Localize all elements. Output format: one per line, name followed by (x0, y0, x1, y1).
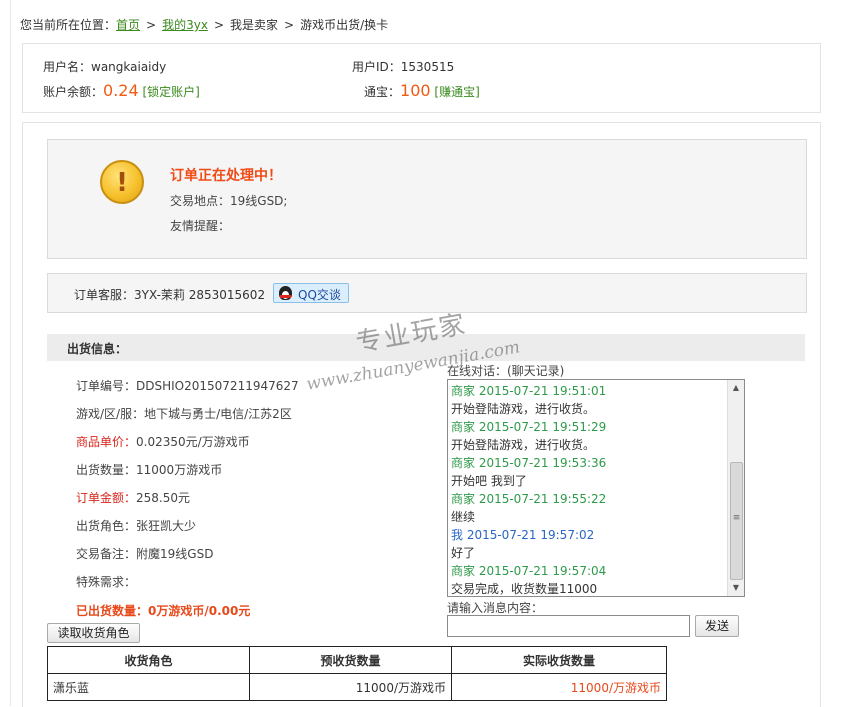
info-field-row: 商品单价：0.02350元/万游戏币 (76, 434, 250, 450)
info-field-label: 游戏/区/服： (76, 407, 145, 421)
chat-history[interactable]: 商家 2015-07-21 19:51:01 开始登陆游戏，进行收货。 商家 201… (447, 379, 745, 597)
breadcrumb-seller: 我是卖家 (230, 18, 279, 32)
info-field-value: DDSHIO201507211947627 (136, 379, 299, 393)
chat-message-header: 商家 2015-07-21 19:57:04 (451, 564, 607, 578)
breadcrumb-prefix: 您当前所在位置： (20, 18, 117, 32)
breadcrumb-separator: > (213, 18, 224, 32)
info-field-value: 258.50元 (136, 491, 191, 505)
read-receiver-button[interactable]: 读取收货角色 (47, 623, 140, 643)
info-field-label: 商品单价： (76, 435, 137, 449)
info-field-label: 特殊需求： (76, 575, 137, 589)
info-field-value: 地下城与勇士/电信/江苏2区 (144, 407, 292, 421)
balance-label: 账户余额： (43, 85, 104, 99)
lock-account-link[interactable]: [锁定账户] (142, 85, 199, 99)
status-title: 订单正在处理中！ (170, 168, 282, 184)
balance-value: 0.24 (103, 81, 139, 100)
info-field-row: 订单金额：258.50元 (76, 490, 190, 506)
user-info-panel: 用户名：wangkaiaidy 用户ID：1530515 账户余额：0.24 [… (22, 43, 821, 113)
username-value: wangkaiaidy (91, 60, 167, 74)
left-panel-edge (0, 0, 11, 706)
col-actual-qty: 实际收货数量 (451, 646, 667, 674)
chat-message-header: 商家 2015-07-21 19:53:36 (451, 456, 607, 470)
table-row: 潇乐蓝 11000/万游戏币 11000/万游戏币 (47, 673, 667, 701)
info-field-row: 游戏/区/服：地下城与勇士/电信/江苏2区 (76, 406, 292, 422)
earn-tongbao-link[interactable]: [赚通宝] (434, 85, 479, 99)
chat-message-text: 继续 (451, 510, 476, 524)
chat-message-header: 商家 2015-07-21 19:51:01 (451, 384, 607, 398)
tongbao-row: 通宝：100 [赚通宝] (364, 81, 480, 100)
chat-message-text: 交易完成，收货数量11000 (451, 582, 598, 596)
status-location: 交易地点：19线GSD; (170, 194, 288, 208)
send-button[interactable]: 发送 (695, 615, 739, 637)
balance-row: 账户余额：0.24 [锁定账户] (43, 81, 200, 100)
info-field-label: 订单编号： (76, 379, 137, 393)
info-field-label: 出货数量： (76, 463, 137, 477)
status-tips: 友情提醒： (170, 219, 231, 233)
userid-row: 用户ID：1530515 (352, 58, 454, 75)
qq-penguin-icon (279, 286, 292, 300)
username-label: 用户名： (43, 60, 92, 74)
chat-messages: 商家 2015-07-21 19:51:01 开始登陆游戏，进行收货。 商家 201… (451, 382, 727, 596)
qq-chat-label: QQ交谈 (298, 288, 341, 302)
chat-message-text: 好了 (451, 546, 476, 560)
breadcrumb-my3yx-link[interactable]: 我的3yx (162, 18, 208, 32)
message-input-label: 请输入消息内容： (447, 601, 544, 615)
receiver-name: 潇乐蓝 (47, 673, 250, 701)
info-field-row: 交易备注：附魔19线GSD (76, 546, 213, 562)
info-field-row: 订单编号：DDSHIO201507211947627 (76, 378, 299, 394)
scroll-thumb[interactable]: ≡ (730, 462, 743, 580)
shipped-quantity: 已出货数量：0万游戏币/0.00元 (76, 604, 251, 618)
shipment-info-title: 出货信息： (67, 342, 128, 356)
breadcrumb-separator: > (146, 18, 157, 32)
userid-label: 用户ID： (352, 60, 401, 74)
chat-message-text: 开始登陆游戏，进行收货。 (451, 438, 596, 452)
breadcrumb: 您当前所在位置：首页 > 我的3yx > 我是卖家 > 游戏币出货/换卡 (20, 16, 388, 34)
info-field-row: 出货数量：11000万游戏币 (76, 462, 222, 478)
username-row: 用户名：wangkaiaidy (43, 58, 166, 75)
chat-message-header: 商家 2015-07-21 19:51:29 (451, 420, 607, 434)
info-field-value: 0.02350元/万游戏币 (136, 435, 250, 449)
info-field-value: 11000万游戏币 (136, 463, 223, 477)
chat-scrollbar[interactable]: ▲ ≡ ▼ (727, 380, 744, 596)
scroll-down-arrow-icon[interactable]: ▼ (728, 580, 744, 596)
userid-value: 1530515 (400, 60, 455, 74)
service-label: 订单客服：3YX-茉莉 2853015602 (74, 288, 266, 302)
info-field-label: 出货角色： (76, 519, 137, 533)
breadcrumb-home-link[interactable]: 首页 (116, 18, 140, 32)
actual-qty: 11000/万游戏币 (451, 673, 667, 701)
info-field-label: 订单金额： (76, 491, 137, 505)
scroll-up-arrow-icon[interactable]: ▲ (728, 380, 744, 396)
message-input[interactable] (447, 615, 690, 637)
order-status-box: ! 订单正在处理中！ 交易地点：19线GSD; 友情提醒： (47, 139, 807, 259)
tongbao-label: 通宝： (364, 85, 401, 99)
chat-message-header: 我 2015-07-21 19:57:02 (451, 528, 595, 542)
expected-qty: 11000/万游戏币 (249, 673, 452, 701)
qq-chat-button[interactable]: QQ交谈 (273, 283, 349, 303)
breadcrumb-separator: > (284, 18, 295, 32)
order-service-bar: 订单客服：3YX-茉莉 2853015602 QQ交谈 (47, 273, 807, 313)
chat-message-text: 开始登陆游戏，进行收货。 (451, 402, 596, 416)
info-field-label: 交易备注： (76, 547, 137, 561)
col-receiver-role: 收货角色 (47, 646, 250, 674)
info-field-row: 出货角色：张狂凯大少 (76, 518, 196, 534)
info-field-row: 特殊需求： (76, 574, 136, 590)
tongbao-value: 100 (400, 81, 431, 100)
chat-message-text: 开始吧 我到了 (451, 474, 527, 488)
col-expected-qty: 预收货数量 (249, 646, 452, 674)
table-header-row: 收货角色 预收货数量 实际收货数量 (47, 646, 667, 674)
info-field-value: 附魔19线GSD (136, 547, 214, 561)
warning-icon: ! (100, 160, 144, 204)
chat-message-header: 商家 2015-07-21 19:55:22 (451, 492, 607, 506)
breadcrumb-current: 游戏币出货/换卡 (300, 18, 389, 32)
receiver-table: 收货角色 预收货数量 实际收货数量 潇乐蓝 11000/万游戏币 11000/万… (47, 646, 667, 701)
info-field-value: 张狂凯大少 (136, 519, 197, 533)
